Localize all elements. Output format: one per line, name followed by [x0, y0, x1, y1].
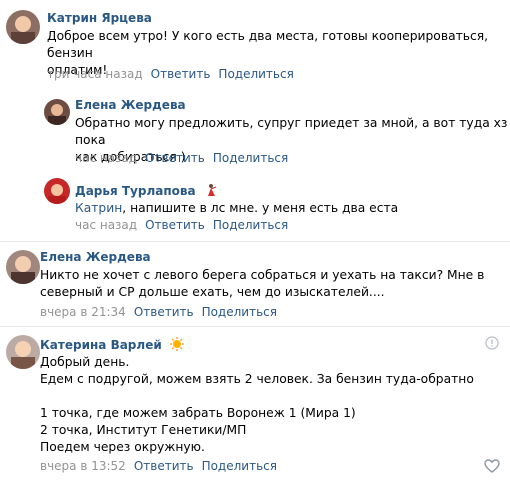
share-button[interactable]: Поделиться — [218, 67, 293, 81]
share-button[interactable]: Поделиться — [202, 305, 277, 319]
comment-meta: час назад Ответить Поделиться — [75, 218, 288, 232]
divider — [0, 241, 510, 242]
share-button[interactable]: Поделиться — [213, 218, 288, 232]
comment-author[interactable]: Елена Жердева — [40, 250, 151, 264]
comment-author-name[interactable]: Дарья Турлапова — [75, 184, 196, 198]
comment-author[interactable]: Катрин Ярцева — [47, 11, 152, 25]
comment-meta: час назад Ответить Поделиться — [75, 151, 288, 165]
comment-text-line: Обратно могу предложить, супруг приедет … — [75, 116, 508, 147]
comment-time[interactable]: час назад — [75, 151, 137, 165]
avatar[interactable] — [44, 178, 70, 204]
reply-button[interactable]: Ответить — [145, 218, 205, 232]
comment-time[interactable]: вчера в 21:34 — [40, 305, 126, 319]
reply-button[interactable]: Ответить — [151, 67, 211, 81]
comment-text-line: Никто не хочет с левого берега собраться… — [40, 268, 485, 282]
comment-text-line: Поедем через окружную. — [40, 440, 205, 454]
reply-button[interactable]: Ответить — [145, 151, 205, 165]
comment-text-line: Едем с подругой, можем взять 2 человек. … — [40, 372, 474, 386]
comment-text: Добрый день. Едем с подругой, можем взят… — [40, 354, 474, 456]
mention-link[interactable]: Катрин — [75, 201, 122, 215]
reply-button[interactable]: Ответить — [134, 305, 194, 319]
comment-text-line: 1 точка, где можем забрать Воронеж 1 (Ми… — [40, 406, 356, 420]
avatar[interactable] — [6, 335, 40, 369]
comment-text-line: 2 точка, Институт Генетики/МП — [40, 423, 247, 437]
comment-text-line — [40, 388, 474, 405]
comment-time[interactable]: вчера в 13:52 — [40, 459, 126, 473]
comment-time[interactable]: час назад — [75, 218, 137, 232]
comment-author: Дарья Турлапова — [75, 183, 218, 198]
info-icon[interactable] — [485, 336, 499, 353]
comment-author: Катерина Варлей — [40, 337, 184, 352]
comment-text-line: Добрый день. — [40, 355, 130, 369]
comment-meta: три часа назад Ответить Поделиться — [47, 67, 294, 81]
comment-author[interactable]: Елена Жердева — [75, 98, 186, 112]
comment-text-line: северный и СР дольше ехать, чем до изыск… — [40, 285, 385, 299]
avatar[interactable] — [6, 10, 40, 44]
comment-meta: вчера в 21:34 Ответить Поделиться — [40, 305, 277, 319]
reply-button[interactable]: Ответить — [134, 459, 194, 473]
share-button[interactable]: Поделиться — [213, 151, 288, 165]
comment-meta: вчера в 13:52 Ответить Поделиться — [40, 459, 277, 473]
avatar[interactable] — [6, 250, 40, 284]
comment-text: Катрин, напишите в лс мне. у меня есть д… — [75, 200, 398, 217]
like-heart-icon[interactable] — [484, 459, 500, 476]
dancer-emoji-icon — [204, 183, 218, 197]
comment-author-name[interactable]: Катерина Варлей — [40, 338, 162, 352]
divider — [0, 326, 510, 327]
avatar[interactable] — [44, 99, 70, 125]
comment-time[interactable]: три часа назад — [47, 67, 143, 81]
comment-text-line: , напишите в лс мне. у меня есть два ест… — [122, 201, 399, 215]
emoji-icon — [169, 337, 184, 351]
comment-text: Никто не хочет с левого берега собраться… — [40, 267, 484, 301]
share-button[interactable]: Поделиться — [202, 459, 277, 473]
comment-text-line: Доброе всем утро! У кого есть два места,… — [47, 29, 489, 60]
